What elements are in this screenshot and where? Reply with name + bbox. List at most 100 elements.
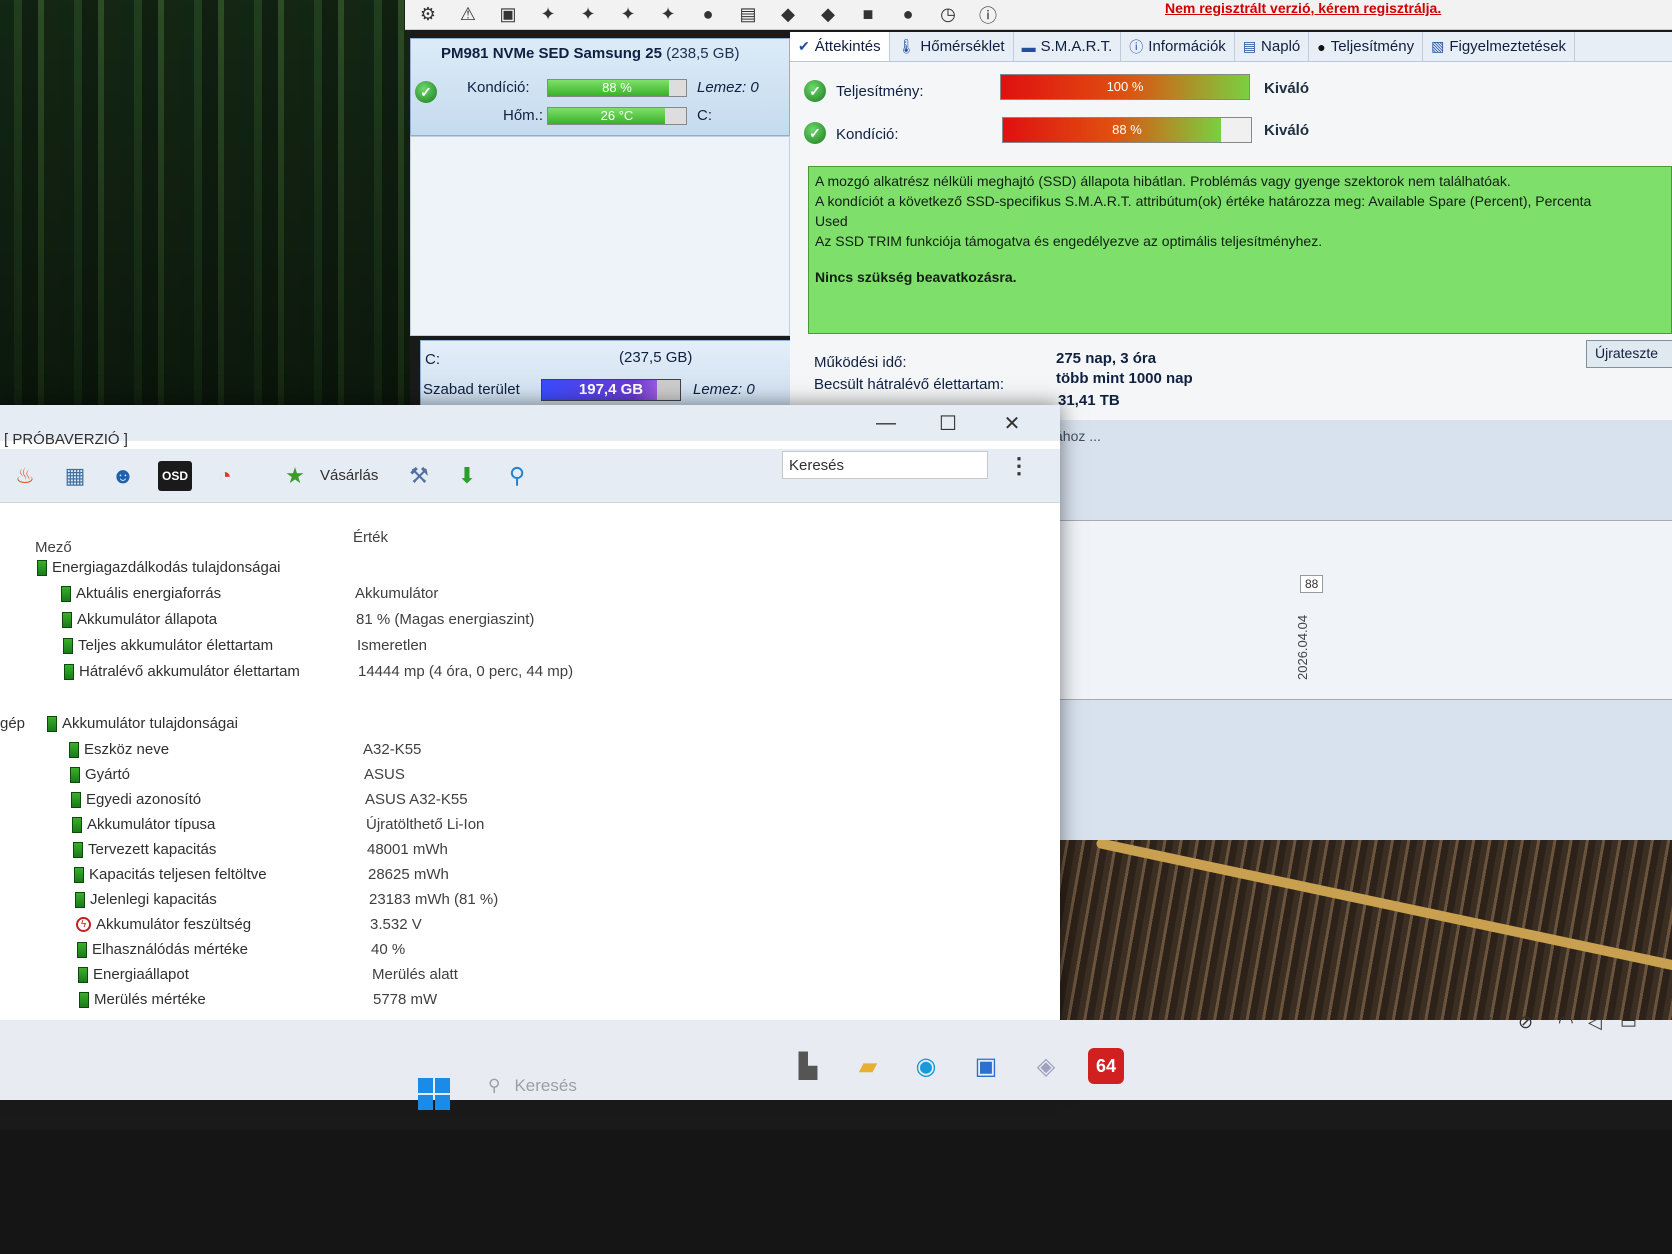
status-message-box: A mozgó alkatrész nélküli meghajtó (SSD)… bbox=[808, 166, 1672, 334]
minimize-button[interactable]: — bbox=[856, 405, 916, 441]
maximize-button[interactable]: ☐ bbox=[918, 405, 978, 441]
tool-icon[interactable]: ● bbox=[693, 2, 723, 28]
close-button[interactable]: ✕ bbox=[982, 405, 1042, 441]
tray-expand-icon[interactable]: ⌃ bbox=[1480, 1012, 1495, 1033]
table-row-label[interactable]: Eszköz neve bbox=[69, 741, 169, 758]
history-chart-area bbox=[1000, 420, 1672, 840]
table-row-label[interactable]: Hátralévő akkumulátor élettartam bbox=[64, 663, 300, 680]
table-row-label[interactable]: ϟ Akkumulátor feszültség bbox=[76, 916, 251, 933]
table-row-value: Akkumulátor bbox=[355, 585, 439, 602]
partition-letter: C: bbox=[425, 351, 440, 368]
performance-bar: 100 % bbox=[1000, 74, 1250, 100]
tool-icon[interactable]: ✦ bbox=[613, 2, 643, 28]
condition-bar: 88 % bbox=[547, 79, 687, 97]
table-row-label[interactable]: Aktuális energiaforrás bbox=[61, 585, 221, 602]
warning-icon[interactable]: ⚠ bbox=[453, 2, 483, 28]
table-row-value: ASUS A32-K55 bbox=[365, 791, 468, 808]
aida64-taskbar-icon[interactable]: 64 bbox=[1088, 1048, 1124, 1084]
doc-icon[interactable]: ▤ bbox=[733, 2, 763, 28]
sidebar-label: gép bbox=[0, 715, 26, 732]
check-icon: ✓ bbox=[415, 81, 437, 103]
tool-icon[interactable]: ✦ bbox=[653, 2, 683, 28]
osd-icon[interactable]: OSD bbox=[158, 461, 192, 491]
wifi-icon[interactable]: ◠ bbox=[1558, 1012, 1574, 1033]
temperature-bar: 26 °C bbox=[547, 107, 687, 125]
table-row-label[interactable]: Elhasználódás mértéke bbox=[77, 941, 248, 958]
table-row-label[interactable]: Akkumulátor állapota bbox=[62, 611, 217, 628]
table-row-label[interactable]: Akkumulátor típusa bbox=[72, 816, 215, 833]
table-row-label[interactable]: Merülés mértéke bbox=[79, 991, 206, 1008]
gear-icon[interactable]: ⚙ bbox=[413, 2, 443, 28]
battery-leaf-icon bbox=[47, 715, 57, 732]
table-row-label[interactable]: Jelenlegi kapacitás bbox=[75, 891, 217, 908]
table-row-label[interactable]: Egyedi azonosító bbox=[71, 791, 201, 808]
table-row-value: 5778 mW bbox=[373, 991, 438, 1008]
clock-icon[interactable]: ◷ bbox=[933, 2, 963, 28]
column-header-field[interactable]: Mező bbox=[35, 539, 72, 556]
wrench-icon[interactable]: ⚒ bbox=[402, 461, 436, 491]
disk-size: (238,5 GB) bbox=[666, 45, 740, 62]
disk-icon[interactable]: ▣ bbox=[493, 2, 523, 28]
retest-button[interactable]: Újrateszte bbox=[1586, 340, 1672, 368]
tool-icon[interactable]: ◆ bbox=[813, 2, 843, 28]
table-row-label[interactable]: Gyártó bbox=[70, 766, 130, 783]
section-header[interactable]: Energiagazdálkodás tulajdonságai bbox=[37, 559, 281, 576]
table-row-label[interactable]: Kapacitás teljesen feltöltve bbox=[74, 866, 267, 883]
notifications-off-icon[interactable]: ⊘ bbox=[1518, 1012, 1533, 1033]
section-header[interactable]: Akkumulátor tulajdonságai bbox=[47, 715, 238, 732]
edge-browser-icon[interactable]: ◉ bbox=[908, 1048, 944, 1084]
table-row-label[interactable]: Teljes akkumulátor élettartam bbox=[63, 637, 273, 654]
table-row-label[interactable]: Tervezett kapacitás bbox=[73, 841, 216, 858]
store-icon[interactable]: ▣ bbox=[968, 1048, 1004, 1084]
tool-icon[interactable]: ✦ bbox=[533, 2, 563, 28]
table-row-value: 48001 mWh bbox=[367, 841, 448, 858]
chart-point-label: 88 bbox=[1300, 575, 1324, 593]
gauge-icon[interactable]: ◔ bbox=[208, 461, 242, 491]
battery-leaf-icon bbox=[73, 841, 83, 858]
partition-panel[interactable]: C: (237,5 GB) Szabad terület 197,4 GB Le… bbox=[420, 340, 792, 410]
tab-overview[interactable]: ✔ Áttekintés bbox=[790, 32, 890, 61]
table-row-value: A32-K55 bbox=[363, 741, 422, 758]
tool-icon[interactable]: ■ bbox=[853, 2, 883, 28]
more-options-icon[interactable]: ⋮ bbox=[1008, 453, 1030, 479]
tab-log[interactable]: ▤ Napló bbox=[1235, 32, 1310, 61]
buy-icon[interactable]: ★ bbox=[278, 461, 312, 491]
search-icon[interactable]: ⚲ bbox=[500, 461, 534, 491]
taskbar-search[interactable]: ⚲ Keresés bbox=[488, 1076, 577, 1096]
windows-start-icon[interactable] bbox=[418, 1078, 450, 1110]
user-icon[interactable]: ☻ bbox=[106, 461, 140, 491]
window-title: [ PRÓBAVERZIÓ ] bbox=[4, 431, 128, 448]
table-row-label[interactable]: Energiaállapot bbox=[78, 966, 189, 983]
battery-leaf-icon bbox=[72, 816, 82, 833]
info-icon[interactable]: ⓘ bbox=[973, 2, 1003, 28]
tool-icon[interactable]: ● bbox=[893, 2, 923, 28]
task-view-icon[interactable]: ▙ bbox=[790, 1048, 826, 1084]
partition-disk-index: Lemez: 0 bbox=[693, 381, 755, 398]
tool-icon[interactable]: ◆ bbox=[773, 2, 803, 28]
table-row-value: ASUS bbox=[364, 766, 405, 783]
tab-alerts[interactable]: ▧ Figyelmeztetések bbox=[1423, 32, 1576, 61]
table-row-value: 81 % (Magas energiaszint) bbox=[356, 611, 535, 628]
status-message-line: A kondíciót a következő SSD-specifikus S… bbox=[815, 193, 1592, 209]
flame-icon[interactable]: ♨ bbox=[8, 461, 42, 491]
partition-size: (237,5 GB) bbox=[619, 349, 693, 366]
volume-icon[interactable]: ◁ bbox=[1588, 1012, 1602, 1033]
tab-information[interactable]: ⓘ Információk bbox=[1121, 32, 1235, 61]
app-icon[interactable]: ◈ bbox=[1028, 1048, 1064, 1084]
health-bar-value: 88 % bbox=[1112, 122, 1142, 137]
tool-icon[interactable]: ✦ bbox=[573, 2, 603, 28]
download-icon[interactable]: ⬇ bbox=[450, 461, 484, 491]
battery-leaf-icon bbox=[62, 611, 72, 628]
column-header-value[interactable]: Érték bbox=[353, 529, 388, 546]
tab-temperature[interactable]: 🌡 Hőmérséklet bbox=[890, 32, 1014, 61]
disk-summary-panel[interactable]: PM981 NVMe SED Samsung 25 (238,5 GB) ✓ K… bbox=[410, 38, 790, 136]
battery-leaf-icon bbox=[69, 741, 79, 758]
battery-icon[interactable]: ▭ bbox=[1620, 1012, 1637, 1033]
search-input[interactable]: Keresés bbox=[782, 451, 988, 479]
registration-warning-link[interactable]: Nem regisztrált verzió, kérem regisztrál… bbox=[1165, 0, 1441, 16]
tab-performance[interactable]: ● Teljesítmény bbox=[1309, 32, 1424, 61]
buy-button-label[interactable]: Vásárlás bbox=[320, 467, 378, 484]
tab-smart[interactable]: ▬ S.M.A.R.T. bbox=[1014, 32, 1122, 61]
computer-tree-icon[interactable]: ▦ bbox=[58, 461, 92, 491]
file-explorer-icon[interactable]: ▰ bbox=[850, 1048, 886, 1084]
